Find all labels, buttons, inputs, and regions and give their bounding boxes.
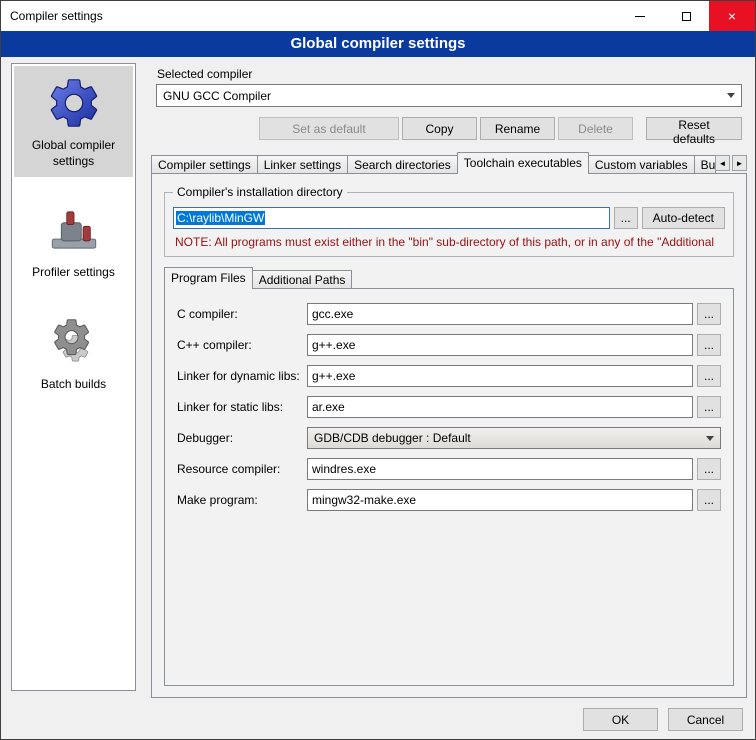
tab-scroll-right-icon[interactable]: ► [732, 155, 747, 171]
settings-tabs: Compiler settings Linker settings Search… [151, 152, 747, 174]
auto-detect-button[interactable]: Auto-detect [642, 207, 725, 229]
debugger-label: Debugger: [177, 431, 307, 445]
rename-button[interactable]: Rename [480, 117, 555, 140]
form-row: Make program: ... [177, 489, 721, 511]
tab-linker-settings[interactable]: Linker settings [257, 155, 348, 174]
debugger-value: GDB/CDB debugger : Default [314, 431, 706, 445]
program-files-panel: C compiler: ... C++ compiler: ... Linker… [164, 288, 734, 686]
linker-dynamic-browse-button[interactable]: ... [697, 365, 721, 387]
installation-directory-browse-button[interactable]: ... [614, 207, 638, 229]
c-compiler-label: C compiler: [177, 307, 307, 321]
ok-button[interactable]: OK [583, 708, 658, 731]
linker-dynamic-input[interactable] [307, 365, 693, 387]
form-row: C++ compiler: ... [177, 334, 721, 356]
linker-static-label: Linker for static libs: [177, 400, 307, 414]
sidebar-item-label: Global compiler settings [16, 138, 131, 169]
main-content: Selected compiler GNU GCC Compiler Set a… [151, 63, 747, 698]
sidebar-item-batch-builds[interactable]: Batch builds [14, 305, 133, 401]
c-compiler-browse-button[interactable]: ... [697, 303, 721, 325]
form-row: Resource compiler: ... [177, 458, 721, 480]
settings-category-list: Global compiler settings Profiler settin… [11, 63, 136, 691]
sidebar-item-global-compiler-settings[interactable]: Global compiler settings [14, 66, 133, 177]
gears-gray-icon [45, 313, 103, 371]
set-as-default-button[interactable]: Set as default [259, 117, 399, 140]
tab-compiler-settings[interactable]: Compiler settings [151, 155, 258, 174]
installation-directory-value: C:\raylib\MinGW [176, 211, 265, 225]
chevron-down-icon [706, 436, 714, 441]
debugger-select[interactable]: GDB/CDB debugger : Default [307, 427, 721, 449]
title-bar: Compiler settings × [1, 1, 755, 31]
tab-custom-variables[interactable]: Custom variables [588, 155, 695, 174]
minimize-icon [635, 16, 645, 17]
close-button[interactable]: × [709, 1, 755, 31]
linker-dynamic-label: Linker for dynamic libs: [177, 369, 307, 383]
resource-compiler-browse-button[interactable]: ... [697, 458, 721, 480]
selected-compiler-dropdown[interactable]: GNU GCC Compiler [156, 84, 742, 107]
cancel-button[interactable]: Cancel [668, 708, 743, 731]
form-row: C compiler: ... [177, 303, 721, 325]
maximize-icon [682, 12, 691, 21]
form-row: Linker for dynamic libs: ... [177, 365, 721, 387]
close-icon: × [728, 8, 736, 24]
delete-button[interactable]: Delete [558, 117, 633, 140]
make-program-label: Make program: [177, 493, 307, 507]
selected-compiler-label: Selected compiler [157, 67, 747, 81]
reset-defaults-button[interactable]: Reset defaults [646, 117, 742, 140]
toolchain-executables-panel: Compiler's installation directory C:\ray… [151, 173, 747, 698]
make-program-input[interactable] [307, 489, 693, 511]
cpp-compiler-label: C++ compiler: [177, 338, 307, 352]
actions-spacer [156, 117, 256, 140]
linker-static-browse-button[interactable]: ... [697, 396, 721, 418]
make-program-browse-button[interactable]: ... [697, 489, 721, 511]
page-title: Global compiler settings [1, 31, 755, 57]
tab-toolchain-executables[interactable]: Toolchain executables [457, 152, 589, 174]
sidebar-item-label: Profiler settings [16, 265, 131, 281]
resource-compiler-label: Resource compiler: [177, 462, 307, 476]
copy-button[interactable]: Copy [402, 117, 477, 140]
profiler-tool-icon [45, 201, 103, 259]
c-compiler-input[interactable] [307, 303, 693, 325]
sidebar-item-label: Batch builds [16, 377, 131, 393]
dialog-footer: OK Cancel [583, 708, 743, 731]
tab-program-files[interactable]: Program Files [164, 267, 253, 289]
sidebar-item-profiler-settings[interactable]: Profiler settings [14, 193, 133, 289]
compiler-settings-window: Compiler settings × Global compiler sett… [0, 0, 756, 740]
tab-build-options[interactable]: Buil [694, 155, 716, 174]
chevron-down-icon [727, 93, 735, 98]
tab-additional-paths[interactable]: Additional Paths [252, 270, 353, 289]
resource-compiler-input[interactable] [307, 458, 693, 480]
caption-buttons: × [617, 1, 755, 31]
installation-directory-title: Compiler's installation directory [173, 185, 347, 199]
cpp-compiler-browse-button[interactable]: ... [697, 334, 721, 356]
installation-directory-group: Compiler's installation directory C:\ray… [164, 192, 734, 257]
executables-subtabs: Program Files Additional Paths [164, 267, 734, 289]
installation-directory-row: C:\raylib\MinGW ... Auto-detect [173, 207, 725, 229]
tab-search-directories[interactable]: Search directories [347, 155, 458, 174]
gear-blue-icon [45, 74, 103, 132]
tab-scroll-buttons: ◄ ► [715, 155, 747, 171]
form-row: Linker for static libs: ... [177, 396, 721, 418]
compiler-action-buttons: Set as default Copy Rename Delete Reset … [156, 117, 742, 140]
form-row: Debugger: GDB/CDB debugger : Default [177, 427, 721, 449]
installation-directory-input[interactable]: C:\raylib\MinGW [173, 207, 610, 229]
maximize-button[interactable] [663, 1, 709, 31]
selected-compiler-value: GNU GCC Compiler [163, 89, 727, 103]
linker-static-input[interactable] [307, 396, 693, 418]
window-title: Compiler settings [10, 9, 103, 23]
tab-scroll-left-icon[interactable]: ◄ [715, 155, 730, 171]
minimize-button[interactable] [617, 1, 663, 31]
bin-subdirectory-note: NOTE: All programs must exist either in … [175, 235, 725, 249]
cpp-compiler-input[interactable] [307, 334, 693, 356]
